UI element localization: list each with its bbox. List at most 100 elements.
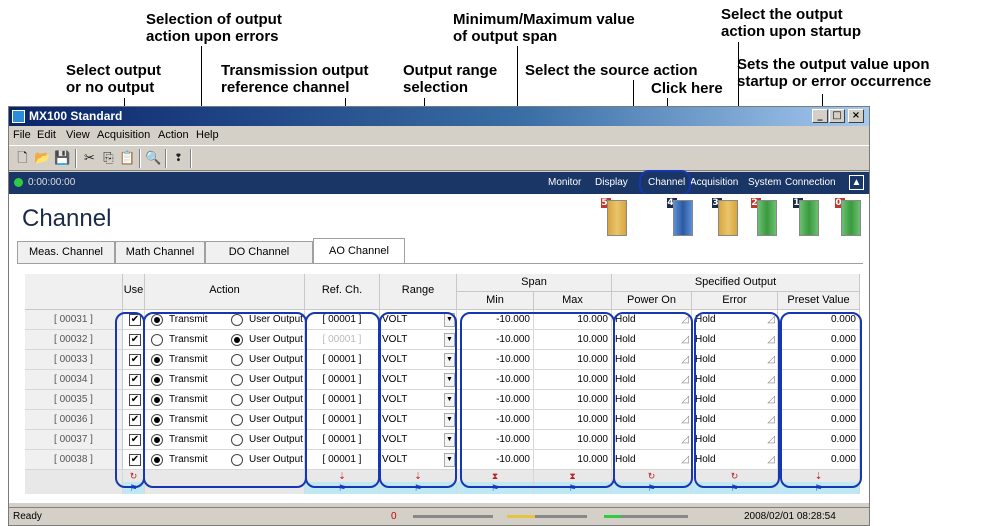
highlight-range bbox=[379, 312, 457, 488]
header-ref-ch: Ref. Ch. bbox=[305, 274, 380, 310]
status-datetime: 2008/02/01 08:28:54 bbox=[744, 511, 836, 522]
module-body bbox=[673, 200, 693, 236]
open-folder-icon[interactable]: 📂 bbox=[33, 149, 52, 168]
row-channel-label: [ 00037 ] bbox=[25, 430, 123, 450]
header-specified-output: Specified Output bbox=[612, 274, 860, 292]
highlight-preset bbox=[780, 312, 862, 488]
module-3[interactable]: 3 bbox=[712, 198, 740, 240]
module-1[interactable]: 1 bbox=[793, 198, 821, 240]
cut-icon[interactable]: ✂ bbox=[80, 149, 99, 168]
status-bar: Ready 0 2008/02/01 08:28:54 bbox=[9, 507, 869, 525]
module-4[interactable]: 4 bbox=[667, 198, 695, 240]
menu-action[interactable]: Action bbox=[158, 129, 189, 141]
tab-math-channel[interactable]: Math Channel bbox=[115, 241, 205, 263]
app-icon bbox=[12, 110, 25, 123]
nav-display[interactable]: Display bbox=[595, 177, 628, 188]
nav-system[interactable]: System bbox=[748, 177, 781, 188]
row-channel-label: [ 00036 ] bbox=[25, 410, 123, 430]
row-channel-label: [ 00032 ] bbox=[25, 330, 123, 350]
menu-view[interactable]: View bbox=[66, 129, 90, 141]
header-min: Min bbox=[457, 292, 534, 310]
callout-ref-channel: Transmission output reference channel bbox=[221, 62, 369, 96]
highlight-power-on bbox=[613, 312, 693, 488]
row-channel-label: [ 00035 ] bbox=[25, 390, 123, 410]
module-0[interactable]: 0 bbox=[835, 198, 863, 240]
slider-1[interactable] bbox=[413, 515, 493, 518]
highlight-action bbox=[143, 312, 307, 488]
copy-icon[interactable]: ⎘ bbox=[99, 149, 118, 168]
module-5[interactable]: 5 bbox=[601, 198, 629, 240]
module-body bbox=[607, 200, 627, 236]
nav-connection[interactable]: Connection bbox=[785, 177, 836, 188]
slider-2[interactable] bbox=[507, 515, 587, 518]
header-range: Range bbox=[380, 274, 457, 310]
row-channel-label: [ 00033 ] bbox=[25, 350, 123, 370]
callout-output-value: Sets the output value upon startup or er… bbox=[737, 56, 932, 90]
module-body bbox=[841, 200, 861, 236]
tab-meas-channel[interactable]: Meas. Channel bbox=[17, 241, 115, 263]
minimize-button[interactable]: _ bbox=[812, 109, 828, 123]
status-counter: 0 bbox=[391, 511, 397, 522]
close-button[interactable]: × bbox=[848, 109, 864, 123]
title-bar[interactable]: MX100 Standard _ □ × bbox=[9, 107, 869, 126]
callout-select-output: Select output or no output bbox=[66, 62, 162, 96]
module-body bbox=[757, 200, 777, 236]
paste-icon[interactable]: 📋 bbox=[118, 149, 137, 168]
toolbar-separator bbox=[139, 149, 141, 168]
nav-bar: 0:00:00:00 Monitor Display Channel Acqui… bbox=[9, 170, 869, 196]
tab-ao-channel[interactable]: AO Channel bbox=[313, 238, 405, 264]
flag-row-blank bbox=[25, 482, 123, 494]
header-use: Use bbox=[123, 274, 145, 310]
row-channel-label: [ 00034 ] bbox=[25, 370, 123, 390]
new-file-icon[interactable]: 🗋 bbox=[13, 149, 32, 168]
screenshot-stage: Selection of output action upon errors S… bbox=[0, 0, 982, 526]
toolbar-separator bbox=[190, 149, 192, 168]
menu-help[interactable]: Help bbox=[196, 129, 219, 141]
highlight-ref bbox=[305, 312, 380, 488]
app-window: MX100 Standard _ □ × File Edit View Acqu… bbox=[8, 106, 870, 526]
menu-edit[interactable]: Edit bbox=[37, 129, 56, 141]
module-body bbox=[718, 200, 738, 236]
menu-acquisition[interactable]: Acquisition bbox=[97, 129, 150, 141]
nav-acquisition[interactable]: Acquisition bbox=[690, 177, 738, 188]
highlight-channel-nav bbox=[639, 170, 691, 196]
status-text: Ready bbox=[13, 511, 42, 522]
callout-click-here: Click here bbox=[651, 80, 723, 97]
menu-bar: File Edit View Acquisition Action Help bbox=[9, 127, 869, 144]
toolbar: 🗋 📂 💾 ✂ ⎘ 📋 🔍 ❢ bbox=[9, 145, 869, 171]
status-dot-icon bbox=[14, 178, 23, 187]
header-max: Max bbox=[534, 292, 612, 310]
callout-startup-action: Select the output action upon startup bbox=[721, 6, 861, 40]
header-action: Action bbox=[145, 274, 305, 310]
header-power-on: Power On bbox=[612, 292, 692, 310]
header-preset-value: Preset Value bbox=[778, 292, 860, 310]
header-corner bbox=[25, 274, 123, 310]
save-icon[interactable]: 💾 bbox=[53, 149, 72, 168]
module-body bbox=[799, 200, 819, 236]
row-channel-label: [ 00038 ] bbox=[25, 450, 123, 470]
elapsed-time: 0:00:00:00 bbox=[28, 177, 76, 188]
window-title: MX100 Standard bbox=[29, 109, 123, 123]
help-icon[interactable]: ❢ bbox=[169, 149, 188, 168]
callout-min-max: Minimum/Maximum value of output span bbox=[453, 11, 635, 45]
content-area: Channel 5 4 3 2 1 0 Meas. Channel Math C… bbox=[9, 194, 869, 503]
up-arrow-icon[interactable]: ▲ bbox=[849, 175, 864, 190]
nav-monitor[interactable]: Monitor bbox=[548, 177, 581, 188]
slider-3[interactable] bbox=[604, 515, 688, 518]
module-2[interactable]: 2 bbox=[751, 198, 779, 240]
zoom-icon[interactable]: 🔍 bbox=[144, 149, 163, 168]
row-channel-label: [ 00031 ] bbox=[25, 310, 123, 330]
tab-divider bbox=[17, 263, 863, 264]
toolbar-separator bbox=[165, 149, 167, 168]
callout-source-action: Select the source action bbox=[525, 62, 698, 79]
highlight-error bbox=[694, 312, 780, 488]
page-title: Channel bbox=[22, 205, 112, 232]
header-span: Span bbox=[457, 274, 612, 292]
maximize-button[interactable]: □ bbox=[829, 109, 845, 123]
header-error: Error bbox=[692, 292, 778, 310]
tab-do-channel[interactable]: DO Channel bbox=[205, 241, 313, 263]
toolbar-separator bbox=[75, 149, 77, 168]
callout-range-selection: Output range selection bbox=[403, 62, 498, 96]
menu-file[interactable]: File bbox=[13, 129, 31, 141]
highlight-use bbox=[115, 312, 145, 488]
